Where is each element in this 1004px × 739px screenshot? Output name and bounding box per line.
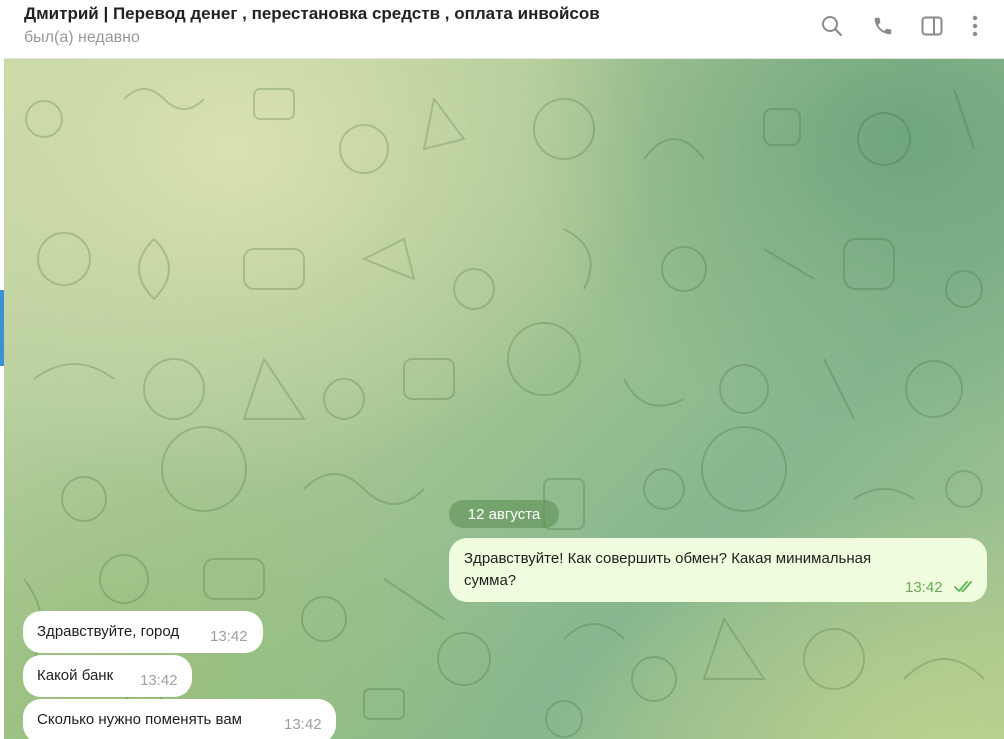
message-bubble-outgoing[interactable]: Здравствуйте! Как совершить обмен? Какая… (449, 538, 987, 602)
message-bubble-incoming[interactable]: Сколько нужно поменять вам 13:42 (23, 699, 336, 739)
message-text-line: Здравствуйте! Как совершить обмен? Какая… (464, 550, 872, 567)
message-time: 13:42 (210, 628, 248, 645)
search-icon[interactable] (819, 13, 845, 39)
message-text-line: сумма? (464, 572, 517, 589)
last-seen-status: был(а) недавно (24, 29, 140, 46)
message-time: 13:42 (284, 716, 322, 733)
chat-title[interactable]: Дмитрий | Перевод денег , перестановка с… (24, 4, 600, 24)
message-text-line: Какой банк (37, 667, 114, 684)
message-text-line: Здравствуйте, город (37, 623, 180, 640)
message-time: 13:42 (905, 579, 943, 596)
read-check-icon (954, 581, 972, 592)
chat-messages-area[interactable]: 12 августа Здравствуйте! Как совершить о… (4, 59, 1004, 739)
phone-icon[interactable] (870, 13, 896, 39)
sidebar-toggle-icon[interactable] (919, 13, 945, 39)
more-vertical-icon[interactable] (962, 13, 988, 39)
message-bubble-incoming[interactable]: Здравствуйте, город 13:42 (23, 611, 263, 653)
date-separator: 12 августа (449, 500, 559, 528)
telegram-chat-window: Дмитрий | Перевод денег , перестановка с… (0, 0, 1004, 739)
chat-header: Дмитрий | Перевод денег , перестановка с… (4, 0, 1004, 59)
message-text-line: Сколько нужно поменять вам (37, 711, 242, 728)
message-bubble-incoming[interactable]: Какой банк 13:42 (23, 655, 192, 697)
message-time: 13:42 (140, 672, 178, 689)
